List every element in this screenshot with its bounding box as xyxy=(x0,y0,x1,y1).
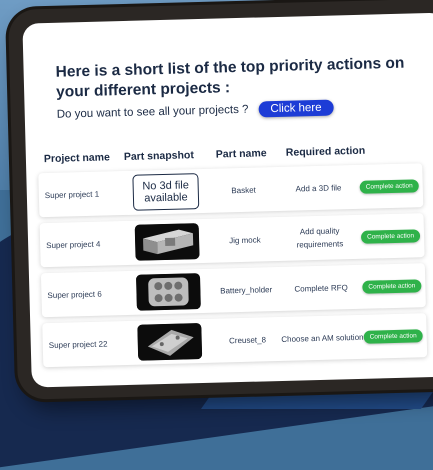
all-projects-text: Do you want to see all your projects ? xyxy=(56,103,249,121)
project-name-cell: Super project 4 xyxy=(46,239,101,250)
table-row: Super project 6 Battery_holder Complete … xyxy=(40,263,426,318)
part-name-cell: Battery_holder xyxy=(220,284,273,296)
creuset-render-icon xyxy=(137,323,203,361)
snapshot-cell xyxy=(122,223,211,261)
header-part-name: Part name xyxy=(215,147,267,161)
header-required-action: Required action xyxy=(285,144,366,159)
no-3d-file-placeholder: No 3d file available xyxy=(132,173,200,211)
table-row: Super project 4 Jig mock Add quality req… xyxy=(39,213,425,268)
table-row: Super project 1 No 3d file available Bas… xyxy=(38,163,424,218)
table-row: Super project 22 Creuset_8 Choose an AM … xyxy=(42,313,428,368)
project-name-cell: Super project 22 xyxy=(48,339,108,350)
required-action-cell: Add a 3D file xyxy=(295,182,342,194)
click-here-button[interactable]: Click here xyxy=(258,99,334,118)
jig-mock-render-icon xyxy=(134,223,200,261)
priority-panel: Here is a short list of the top priority… xyxy=(55,53,416,122)
complete-action-button[interactable]: Complete action xyxy=(359,178,419,194)
required-action-cell: Add quality requirements xyxy=(296,226,344,250)
part-name-cell: Creuset_8 xyxy=(228,334,267,345)
header-project-name: Project name xyxy=(43,151,111,166)
action-cell: Complete action xyxy=(363,328,423,344)
action-cell: Complete action xyxy=(362,278,422,294)
project-name-cell: Super project 6 xyxy=(47,289,102,300)
priority-actions-table: Project name Part snapshot Part name Req… xyxy=(38,143,428,373)
complete-action-button[interactable]: Complete action xyxy=(363,328,423,344)
snapshot-cell xyxy=(124,273,213,311)
battery-holder-render-icon xyxy=(135,273,201,311)
tablet-screen: Here is a short list of the top priority… xyxy=(22,12,433,388)
complete-action-button[interactable]: Complete action xyxy=(360,228,421,244)
action-cell: Complete action xyxy=(359,178,419,194)
required-action-cell: Choose an AM solution xyxy=(281,332,364,344)
snapshot-cell: No 3d file available xyxy=(121,173,210,211)
header-part-snapshot: Part snapshot xyxy=(123,149,195,164)
required-action-cell: Complete RFQ xyxy=(294,282,348,294)
part-name-cell: Jig mock xyxy=(229,234,261,245)
complete-action-button[interactable]: Complete action xyxy=(362,278,422,294)
action-cell: Complete action xyxy=(360,228,421,244)
tablet-frame: Here is a short list of the top priority… xyxy=(8,0,433,400)
page-heading: Here is a short list of the top priority… xyxy=(55,54,405,101)
snapshot-cell xyxy=(125,323,214,361)
project-name-cell: Super project 1 xyxy=(44,189,100,200)
part-name-cell: Basket xyxy=(231,185,256,195)
